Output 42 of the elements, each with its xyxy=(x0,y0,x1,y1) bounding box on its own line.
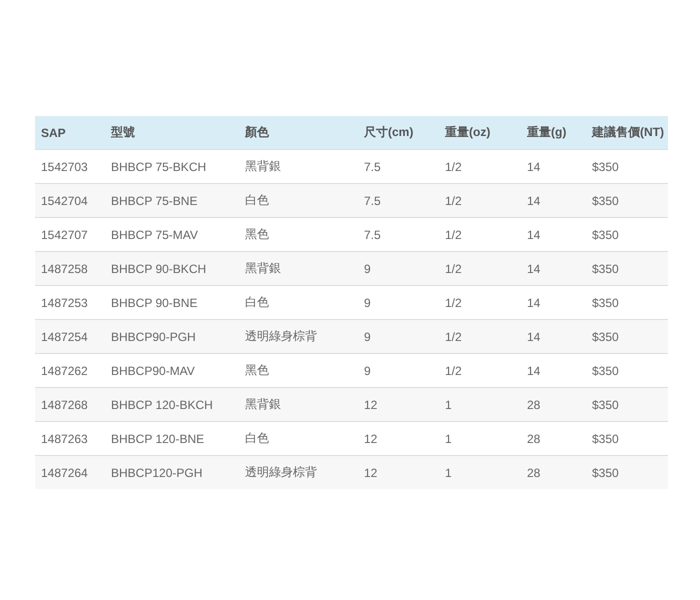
table-cell: 1/2 xyxy=(439,252,521,286)
table-cell: 白色 xyxy=(239,184,358,218)
table-cell: 1542704 xyxy=(35,184,105,218)
table-cell: 黑背銀 xyxy=(239,388,358,422)
column-header: 重量(oz) xyxy=(439,116,521,150)
table-cell: 14 xyxy=(521,320,586,354)
table-cell: 1487264 xyxy=(35,456,105,489)
table-cell: 透明綠身棕背 xyxy=(239,456,358,489)
column-header: 重量(g) xyxy=(521,116,586,150)
column-header: 建議售價(NT) xyxy=(586,116,668,150)
table-cell: 12 xyxy=(358,388,439,422)
table-cell: 黑背銀 xyxy=(239,252,358,286)
table-cell: 1487268 xyxy=(35,388,105,422)
table-cell: 1 xyxy=(439,388,521,422)
table-cell: $350 xyxy=(586,252,668,286)
table-cell: $350 xyxy=(586,320,668,354)
table-cell: 12 xyxy=(358,456,439,489)
column-header: 型號 xyxy=(105,116,239,150)
table-cell: 1 xyxy=(439,456,521,489)
table-cell: BHBCP 90-BKCH xyxy=(105,252,239,286)
table-cell: BHBCP90-PGH xyxy=(105,320,239,354)
column-header: SAP xyxy=(35,116,105,150)
table-cell: 28 xyxy=(521,456,586,489)
table-cell: 28 xyxy=(521,388,586,422)
table-cell: $350 xyxy=(586,456,668,489)
table-cell: 7.5 xyxy=(358,184,439,218)
table-cell: 14 xyxy=(521,184,586,218)
column-header: 尺寸(cm) xyxy=(358,116,439,150)
table-cell: BHBCP 120-BKCH xyxy=(105,388,239,422)
table-cell: BHBCP120-PGH xyxy=(105,456,239,489)
table-cell: 1/2 xyxy=(439,320,521,354)
table-cell: 14 xyxy=(521,252,586,286)
table-cell: 9 xyxy=(358,252,439,286)
table-cell: 1487258 xyxy=(35,252,105,286)
table-cell: 1/2 xyxy=(439,184,521,218)
table-cell: $350 xyxy=(586,184,668,218)
table-cell: 9 xyxy=(358,320,439,354)
table-cell: $350 xyxy=(586,388,668,422)
column-header: 顏色 xyxy=(239,116,358,150)
table-cell: 1487254 xyxy=(35,320,105,354)
table-cell: BHBCP 75-BNE xyxy=(105,184,239,218)
table-cell: 透明綠身棕背 xyxy=(239,320,358,354)
